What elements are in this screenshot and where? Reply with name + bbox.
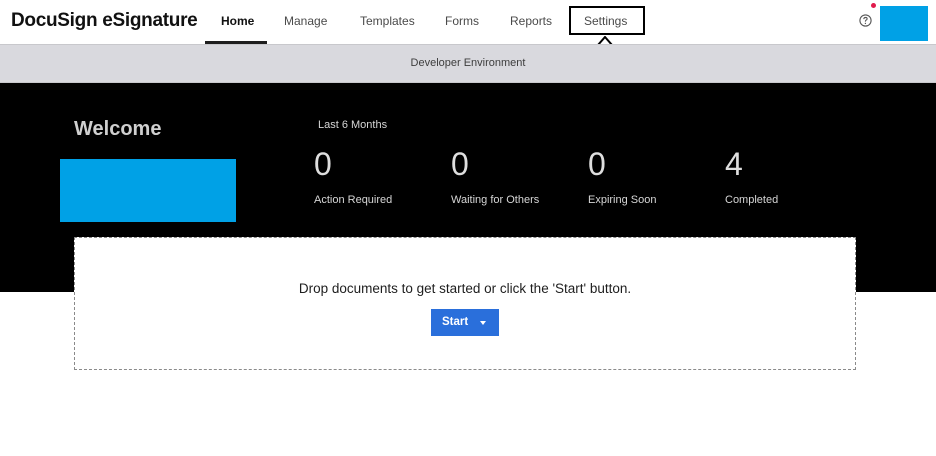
stat-action-required-value[interactable]: 0 [314, 146, 332, 183]
docusign-logo[interactable]: DocuSign eSignature [11, 10, 198, 32]
nav-manage[interactable]: Manage [284, 14, 327, 28]
nav-reports[interactable]: Reports [510, 14, 552, 28]
profile-image-placeholder [60, 159, 236, 222]
drop-instructions: Drop documents to get started or click t… [298, 281, 632, 296]
stat-waiting-value[interactable]: 0 [451, 146, 469, 183]
start-button-label: Start [442, 316, 469, 328]
nav-forms[interactable]: Forms [445, 14, 479, 28]
stat-completed-value[interactable]: 4 [725, 146, 743, 183]
nav-templates[interactable]: Templates [360, 14, 415, 28]
banner-text: Developer Environment [410, 57, 526, 69]
stat-action-required-label[interactable]: Action Required [314, 194, 392, 206]
start-button[interactable]: Start [431, 309, 499, 336]
developer-environment-banner: Developer Environment [0, 44, 936, 83]
chevron-down-icon[interactable] [480, 321, 486, 325]
settings-highlight-box [569, 6, 645, 35]
welcome-heading: Welcome [74, 118, 162, 140]
stat-expiring-label[interactable]: Expiring Soon [588, 194, 657, 206]
stat-waiting-label[interactable]: Waiting for Others [451, 194, 539, 206]
avatar[interactable] [880, 6, 928, 41]
stat-expiring-value[interactable]: 0 [588, 146, 606, 183]
period-label: Last 6 Months [318, 119, 388, 131]
notification-dot [871, 3, 876, 8]
document-drop-zone[interactable] [74, 237, 856, 370]
stat-completed-label[interactable]: Completed [725, 194, 778, 206]
nav-home[interactable]: Home [221, 14, 254, 28]
help-icon[interactable] [859, 14, 872, 27]
top-navigation-bar: DocuSign eSignature Home Manage Template… [0, 0, 936, 44]
